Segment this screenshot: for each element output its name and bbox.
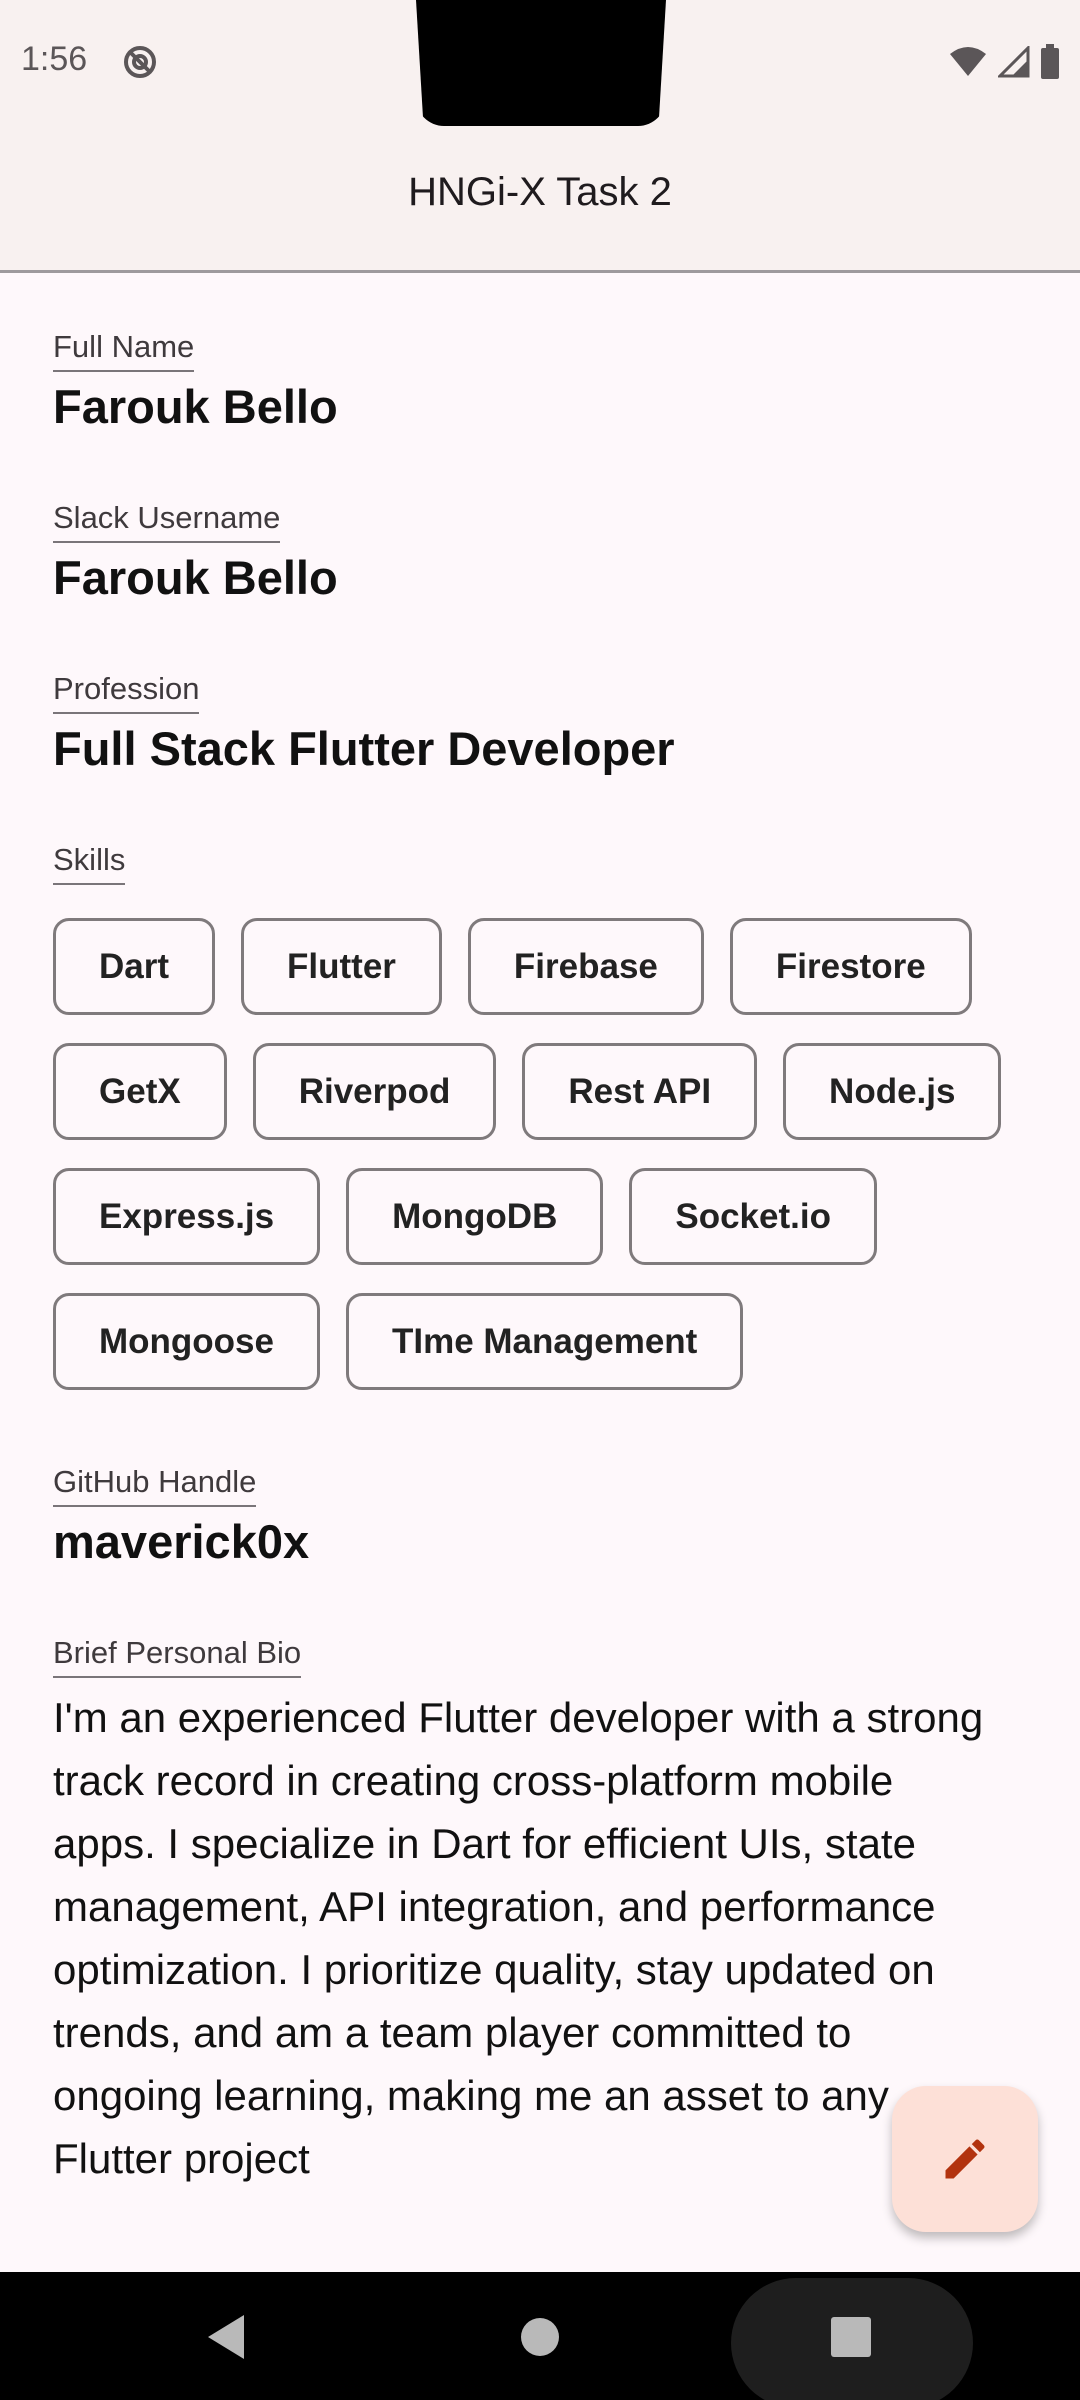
skills-chips: Dart Flutter Firebase Firestore GetX Riv… — [53, 918, 1033, 1418]
skill-chip[interactable]: TIme Management — [345, 1293, 744, 1390]
status-time: 1:56 — [21, 40, 88, 78]
skill-chip[interactable]: Express.js — [53, 1168, 321, 1265]
chip-row: Dart Flutter Firebase Firestore — [53, 918, 1033, 1015]
skill-chip[interactable]: GetX — [53, 1043, 227, 1140]
status-icons — [948, 44, 1060, 80]
signal-icon — [998, 46, 1030, 78]
chip-row: Express.js MongoDB Socket.io — [53, 1168, 1033, 1265]
back-icon[interactable] — [204, 2313, 248, 2361]
skill-chip[interactable]: Flutter — [241, 918, 442, 1015]
slack-username-field: Slack Username Farouk Bello — [53, 499, 338, 607]
app-bar: 1:56 HNGi-X Task 2 — [0, 0, 1080, 273]
slack-username-label: Slack Username — [53, 499, 281, 543]
skill-chip[interactable]: Dart — [53, 918, 216, 1015]
recents-icon[interactable] — [830, 2316, 872, 2358]
profession-label: Profession — [53, 670, 200, 714]
skill-chip[interactable]: Riverpod — [252, 1043, 497, 1140]
full-name-value: Farouk Bello — [53, 380, 338, 433]
page-title: HNGi-X Task 2 — [408, 170, 672, 214]
slack-username-value: Farouk Bello — [53, 551, 338, 604]
skills-label: Skills — [53, 841, 126, 885]
profession-value: Full Stack Flutter Developer — [53, 722, 675, 775]
github-handle-field: GitHub Handle maverick0x — [53, 1463, 309, 1571]
battery-icon — [1041, 44, 1059, 79]
edit-pencil-icon — [945, 2139, 985, 2179]
chip-row: Mongoose TIme Management — [53, 1293, 1033, 1390]
camera-cutout — [416, 0, 666, 126]
skill-chip[interactable]: Node.js — [783, 1043, 1002, 1140]
github-handle-value: maverick0x — [53, 1515, 310, 1568]
skill-chip[interactable]: Mongoose — [53, 1293, 320, 1390]
profession-field: Profession Full Stack Flutter Developer — [53, 670, 675, 778]
home-icon[interactable] — [520, 2317, 560, 2357]
bio-field: Brief Personal Bio I'm an experienced Fl… — [53, 1634, 1003, 2190]
edit-button[interactable] — [892, 2086, 1038, 2232]
dnd-icon — [124, 46, 156, 78]
screen: 1:56 HNGi-X Task 2 Full Name Farouk Bell… — [0, 0, 1080, 2400]
skill-chip[interactable]: Socket.io — [629, 1168, 877, 1265]
skill-chip[interactable]: MongoDB — [346, 1168, 604, 1265]
full-name-label: Full Name — [53, 328, 195, 372]
skill-chip[interactable]: Rest API — [522, 1043, 758, 1140]
bio-text: I'm an experienced Flutter developer wit… — [53, 1694, 984, 2182]
full-name-field: Full Name Farouk Bello — [53, 328, 338, 436]
wifi-icon — [950, 47, 986, 76]
chip-row: GetX Riverpod Rest API Node.js — [53, 1043, 1033, 1140]
skills-field: Skills — [53, 841, 126, 885]
skill-chip[interactable]: Firestore — [729, 918, 972, 1015]
bio-label: Brief Personal Bio — [53, 1634, 302, 1678]
github-handle-label: GitHub Handle — [53, 1463, 257, 1507]
skill-chip[interactable]: Firebase — [467, 918, 704, 1015]
